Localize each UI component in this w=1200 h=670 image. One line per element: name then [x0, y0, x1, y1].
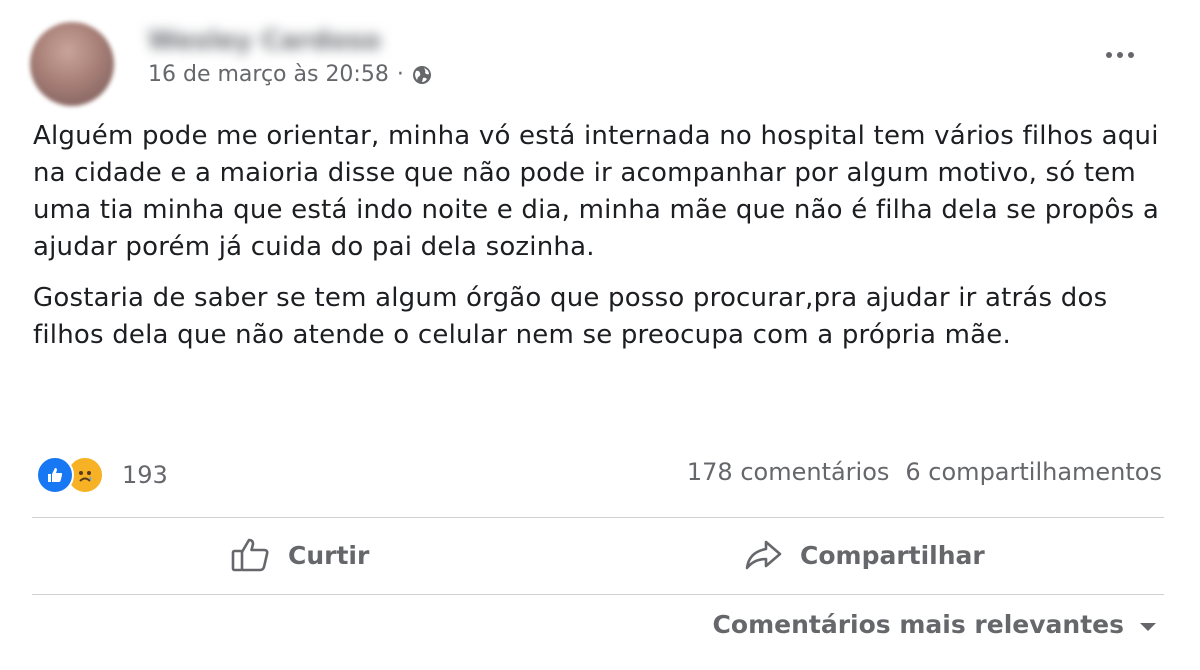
post-timestamp[interactable]: 16 de março às 20:58 [148, 62, 389, 87]
divider [32, 594, 1164, 595]
post-meta: 16 de março às 20:58 · [148, 62, 432, 87]
post-paragraph: Alguém pode me orientar, minha vó está i… [33, 121, 1159, 262]
comment-sort-label: Comentários mais relevantes [712, 610, 1124, 639]
post-paragraph: Gostaria de saber se tem algum órgão que… [33, 283, 1108, 350]
share-arrow-icon [742, 538, 786, 572]
divider [32, 517, 1164, 518]
more-dot-icon [1128, 52, 1134, 58]
like-reaction-icon [36, 456, 74, 494]
thumbs-up-icon [230, 537, 274, 573]
share-button[interactable]: Compartilhar [742, 530, 985, 580]
like-button-label: Curtir [288, 540, 370, 570]
avatar[interactable] [30, 22, 114, 106]
globe-icon[interactable] [412, 65, 432, 85]
facebook-post: Wesley Cardoso 16 de março às 20:58 · Al… [0, 0, 1200, 670]
meta-separator: · [396, 62, 404, 87]
author-name[interactable]: Wesley Cardoso [148, 26, 381, 56]
shares-count-link[interactable]: 6 compartilhamentos [905, 458, 1162, 486]
like-button[interactable]: Curtir [230, 530, 369, 580]
engagement-stats: 178 comentários 6 compartilhamentos [687, 458, 1162, 486]
more-dot-icon [1117, 52, 1123, 58]
share-button-label: Compartilhar [800, 540, 985, 570]
more-dot-icon [1106, 52, 1112, 58]
post-text: Alguém pode me orientar, minha vó está i… [33, 118, 1173, 368]
comment-sort-dropdown[interactable]: Comentários mais relevantes [713, 610, 1158, 639]
reaction-count: 193 [122, 461, 168, 489]
reactions-summary[interactable]: 193 [36, 456, 168, 494]
more-options-button[interactable] [1100, 40, 1140, 70]
comments-count-link[interactable]: 178 comentários [687, 458, 890, 486]
caret-down-icon [1138, 610, 1158, 639]
